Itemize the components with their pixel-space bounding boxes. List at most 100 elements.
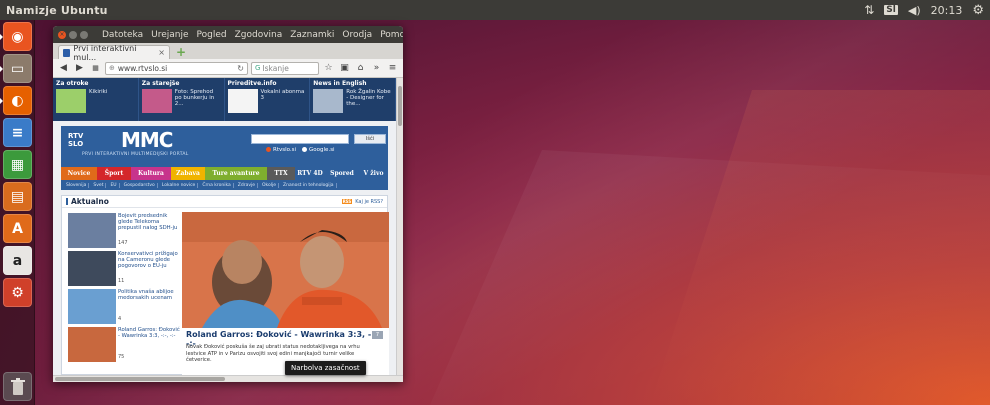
- category-tab[interactable]: Kultura: [131, 167, 171, 180]
- bookmarks-menu-icon[interactable]: ▣: [338, 62, 351, 75]
- comment-count[interactable]: 75: [118, 354, 124, 360]
- category-tab[interactable]: Novice: [61, 167, 97, 180]
- dash-home-icon[interactable]: ◉: [3, 22, 32, 51]
- forward-button[interactable]: ▶: [73, 62, 86, 75]
- news-item[interactable]: Konservativci prižigajo na Cameronu gled…: [68, 250, 182, 288]
- news-item[interactable]: Bojevit predsednik glede Telekoma prepus…: [68, 212, 182, 250]
- identity-icon[interactable]: ▦: [89, 62, 102, 75]
- subnav-link[interactable]: Svet: [91, 182, 107, 188]
- news-thumbnail[interactable]: [68, 289, 116, 324]
- site-search-input[interactable]: [251, 134, 349, 144]
- search-engine-icon[interactable]: G: [255, 64, 260, 72]
- news-item[interactable]: Roland Garros: Đoković - Wawrinka 3:3, -…: [68, 326, 182, 364]
- promo-item[interactable]: Za starejše Foto: Sprehod po bunkerju in …: [139, 78, 225, 121]
- comment-count[interactable]: 11: [118, 278, 124, 284]
- news-headline[interactable]: Roland Garros: Đoković - Wawrinka 3:3, -…: [118, 327, 182, 339]
- promo-text[interactable]: Foto: Sprehod po bunkerju in 2...: [175, 89, 221, 107]
- subnav-link[interactable]: Okolje: [260, 182, 280, 188]
- news-thumbnail[interactable]: [68, 251, 116, 286]
- impress-icon[interactable]: ▤: [3, 182, 32, 211]
- category-tab[interactable]: Šport: [97, 167, 131, 180]
- menu-item[interactable]: Pogled: [193, 30, 231, 40]
- comment-count[interactable]: 147: [118, 240, 128, 246]
- promo-thumbnail[interactable]: [56, 89, 86, 113]
- news-headline[interactable]: Konservativci prižigajo na Cameronu gled…: [118, 251, 182, 269]
- subnav-link[interactable]: Zdravje: [236, 182, 259, 188]
- promo-text[interactable]: Rok Žgalin Kobe - Designer for the...: [346, 89, 392, 107]
- trash-icon[interactable]: [3, 372, 32, 401]
- promo-item[interactable]: News in English Rok Žgalin Kobe - Designe…: [310, 78, 396, 121]
- promo-item[interactable]: Za otroke Kikiriki: [53, 78, 139, 121]
- session-gear-icon[interactable]: ⚙: [972, 3, 984, 18]
- amazon-icon[interactable]: a: [3, 246, 32, 275]
- promo-thumbnail[interactable]: [313, 89, 344, 113]
- menu-item[interactable]: Zaznamki: [286, 30, 338, 40]
- tab-close-icon[interactable]: ×: [158, 48, 165, 57]
- category-tab[interactable]: Spored: [325, 167, 359, 180]
- promo-item[interactable]: Prireditve.info Vokalni abonma 3: [225, 78, 311, 121]
- network-icon[interactable]: ⇅: [864, 3, 874, 17]
- window-maximize-button[interactable]: [80, 30, 88, 39]
- window-minimize-button[interactable]: [69, 30, 77, 39]
- new-tab-button[interactable]: +: [174, 45, 188, 59]
- subnav-link[interactable]: Lokalne novice: [160, 182, 199, 188]
- tab-rtvslo[interactable]: Prvi interaktivni mul... ×: [58, 44, 170, 62]
- news-headline[interactable]: Politika vnaša ablijoe medorsakih ucenam: [118, 289, 182, 301]
- hamburger-menu-icon[interactable]: ≡: [386, 62, 399, 75]
- vertical-scrollbar[interactable]: [396, 78, 403, 375]
- search-bar[interactable]: G Iskanje: [251, 61, 319, 75]
- news-thumbnail[interactable]: [68, 213, 116, 248]
- rtv-slo-logo[interactable]: RTV SLO: [68, 132, 98, 148]
- subnav-link[interactable]: Črna kronika: [200, 182, 234, 188]
- bookmark-star-icon[interactable]: ☆: [322, 62, 335, 75]
- comment-count[interactable]: 4: [118, 316, 121, 322]
- radio-google[interactable]: Google.si: [302, 147, 335, 153]
- subnav-link[interactable]: EU: [108, 182, 120, 188]
- system-settings-icon[interactable]: ⚙: [3, 278, 32, 307]
- files-icon[interactable]: ▭: [3, 54, 32, 83]
- menu-item[interactable]: Pomoč: [376, 30, 403, 40]
- writer-icon[interactable]: ≡: [3, 118, 32, 147]
- promo-thumbnail[interactable]: [227, 89, 258, 113]
- news-item[interactable]: Politika vnaša ablijoe medorsakih ucenam…: [68, 288, 182, 326]
- horizontal-scrollbar[interactable]: [53, 375, 403, 382]
- comment-count-icon[interactable]: 7: [372, 331, 383, 339]
- site-search-button[interactable]: Išči: [354, 134, 386, 144]
- promo-strip: Za otroke Kikiriki Za starejše Foto: Spreho…: [53, 78, 396, 121]
- home-icon[interactable]: ⌂: [354, 62, 367, 75]
- url-bar[interactable]: ⊕ www.rtvslo.si ↻: [105, 61, 248, 75]
- volume-icon[interactable]: ◀): [908, 4, 921, 17]
- news-headline[interactable]: Bojevit predsednik glede Telekoma prepus…: [118, 213, 182, 231]
- category-tab[interactable]: RTV 4D: [295, 167, 325, 180]
- subnav-link[interactable]: Znanost in tehnologija: [281, 182, 337, 188]
- promo-text[interactable]: Vokalni abonma 3: [261, 89, 307, 101]
- menu-item[interactable]: Orodja: [338, 30, 376, 40]
- firefox-window[interactable]: × Datoteka Urejanje Pogled Zgodovina Zaznamk…: [53, 26, 403, 382]
- reload-icon[interactable]: ↻: [237, 64, 244, 73]
- window-close-button[interactable]: ×: [58, 30, 66, 39]
- rss-link[interactable]: Kaj je RSS?: [355, 199, 383, 205]
- hero-image[interactable]: [182, 212, 389, 328]
- category-tab[interactable]: V živo: [359, 167, 388, 180]
- menu-item[interactable]: Urejanje: [147, 30, 192, 40]
- promo-thumbnail[interactable]: [141, 89, 172, 113]
- category-tab[interactable]: Ture avanture: [205, 167, 267, 180]
- rss-icon[interactable]: RSS: [341, 199, 353, 204]
- news-thumbnail[interactable]: [68, 327, 116, 362]
- subnav-link[interactable]: Slovenija: [64, 182, 90, 188]
- overflow-chevron-icon[interactable]: »: [370, 62, 383, 75]
- keyboard-layout-indicator[interactable]: Sl: [884, 5, 898, 15]
- clock[interactable]: 20:13: [931, 4, 963, 17]
- software-center-icon[interactable]: A: [3, 214, 32, 243]
- radio-rtvslo[interactable]: Rtvslo.si: [266, 147, 296, 153]
- category-tab[interactable]: Zabava: [171, 167, 205, 180]
- firefox-icon[interactable]: ◐: [3, 86, 32, 115]
- menu-item[interactable]: Zgodovina: [231, 30, 287, 40]
- promo-text[interactable]: Kikiriki: [89, 89, 135, 95]
- calc-icon[interactable]: ▦: [3, 150, 32, 179]
- category-tab[interactable]: TTX: [267, 167, 295, 180]
- menu-item[interactable]: Datoteka: [98, 30, 147, 40]
- subnav-link[interactable]: Gospodarstvo: [122, 182, 158, 188]
- back-button[interactable]: ◀: [57, 62, 70, 75]
- mmc-logo[interactable]: MMC: [121, 128, 173, 152]
